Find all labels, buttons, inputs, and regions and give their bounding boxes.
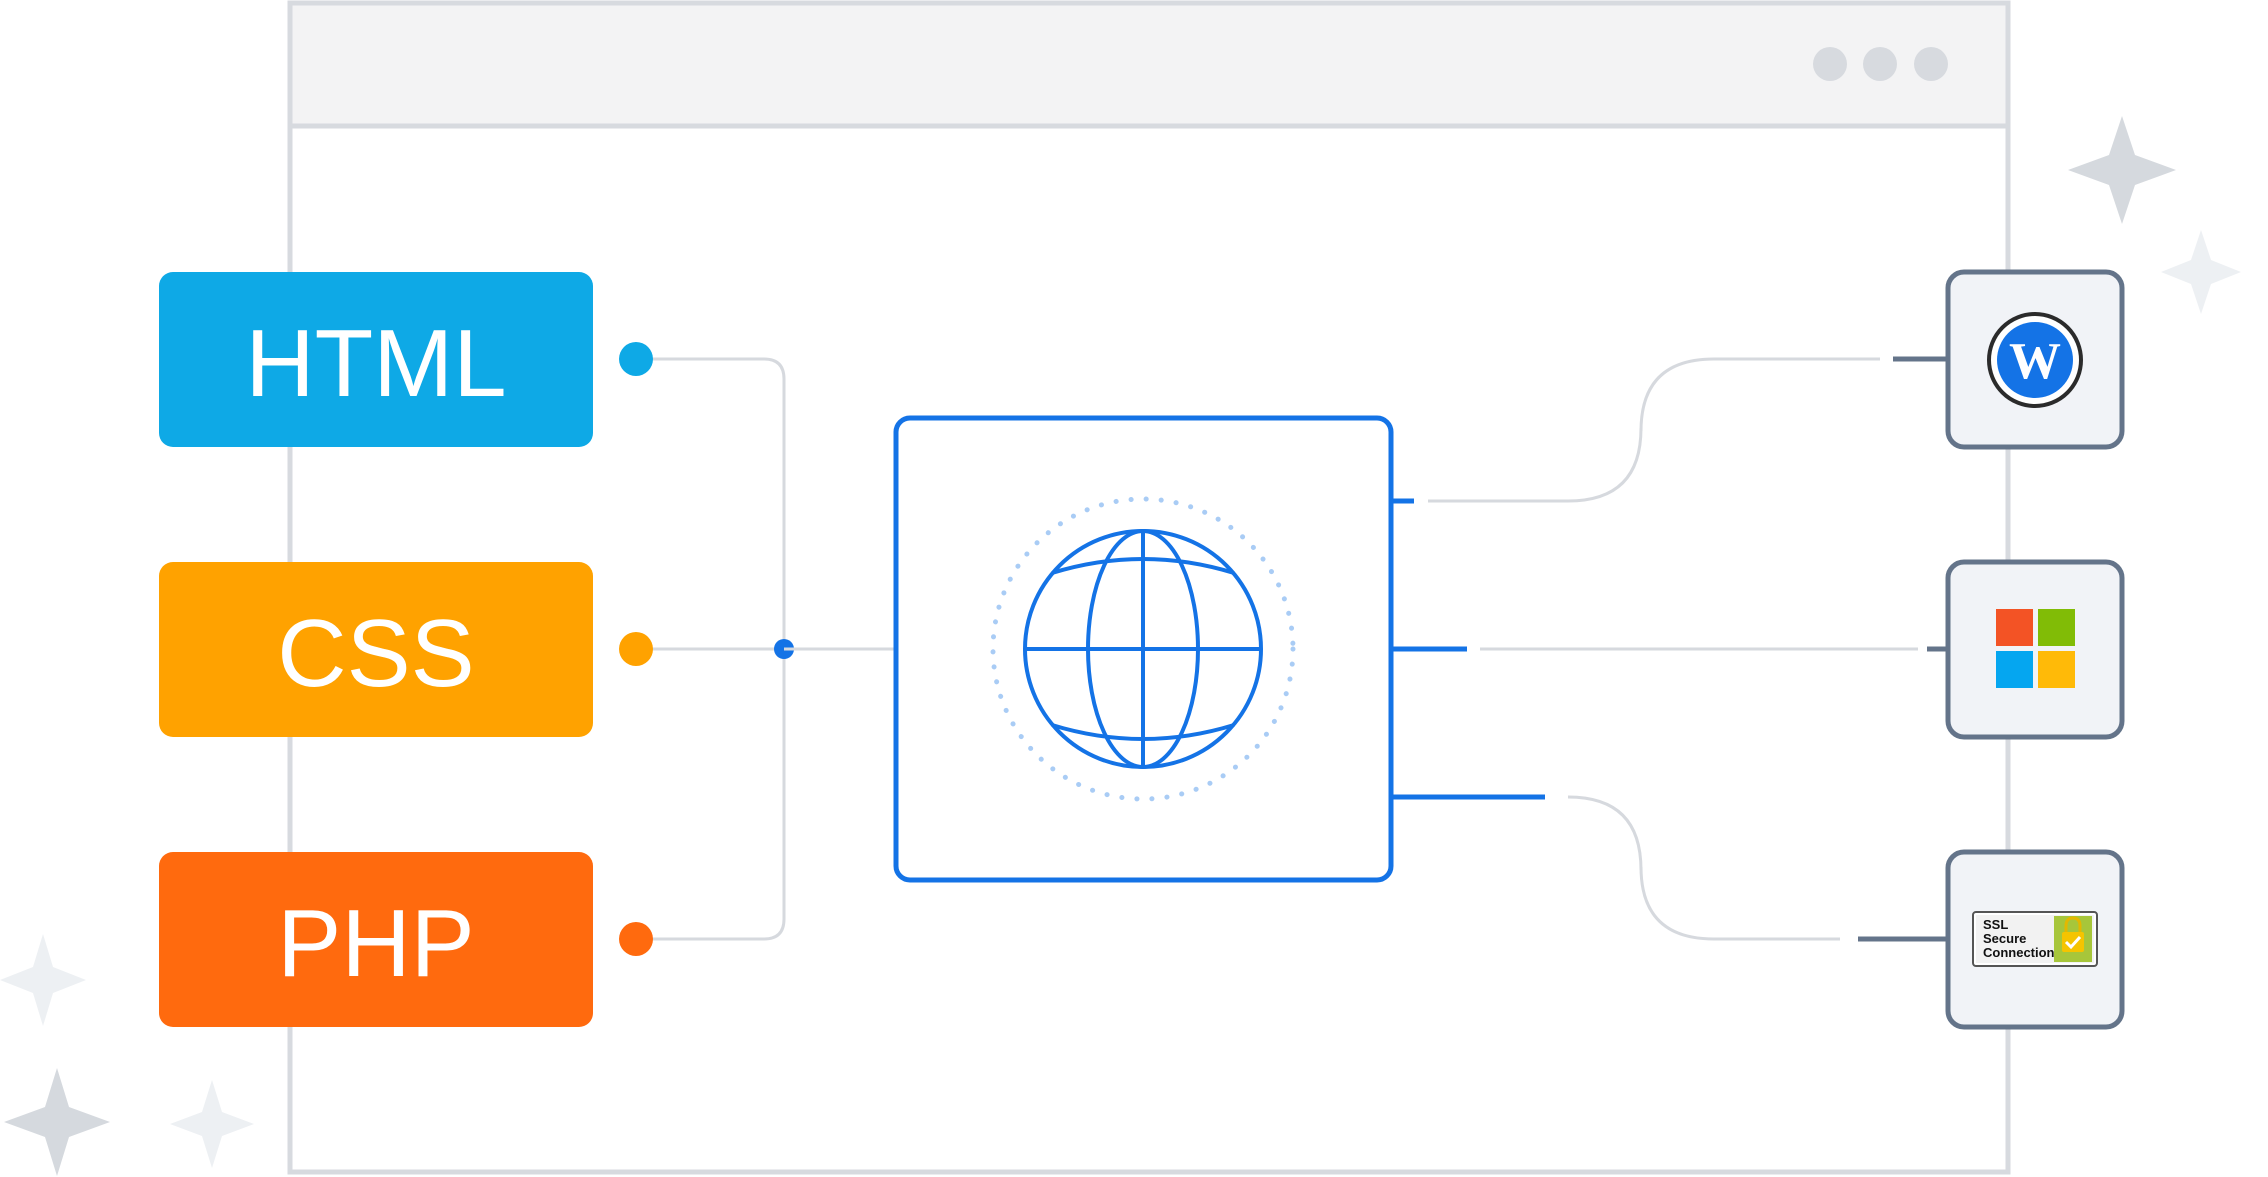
ssl-badge-line-2: Secure (1983, 931, 2026, 946)
language-css: CSS (159, 562, 653, 737)
sparkle-icon (4, 1068, 110, 1176)
sparkle-icon (170, 1080, 254, 1168)
language-dot (619, 922, 653, 956)
language-html: HTML (159, 272, 653, 447)
sparkle-icon (2068, 116, 2176, 224)
service-box[interactable] (1945, 559, 2125, 740)
ssl-secure-icon: SSL Secure Connection (1972, 911, 2098, 967)
language-label: HTML (245, 310, 506, 417)
window-dot-icon[interactable] (1863, 47, 1897, 81)
window-dot-icon[interactable] (1914, 47, 1948, 81)
language-label: PHP (277, 890, 474, 997)
wordpress-icon: W (1987, 312, 2083, 408)
window-dot-icon[interactable] (1813, 47, 1847, 81)
service-wordpress: W (1945, 269, 2125, 450)
browser-titlebar (287, 0, 2011, 129)
language-php: PHP (159, 852, 653, 1027)
svg-text:W: W (2009, 333, 2061, 390)
sparkle-icon (2161, 230, 2241, 314)
hosting-diagram: HTML CSS PHP W SSL Secure Connection (0, 0, 2241, 1176)
language-dot (619, 632, 653, 666)
sparkle-icon (0, 934, 86, 1026)
ssl-badge-line-1: SSL (1983, 917, 2008, 932)
service-ssl: SSL Secure Connection (1945, 849, 2125, 1030)
language-dot (619, 342, 653, 376)
globe-icon (1023, 529, 1263, 769)
language-label: CSS (277, 600, 474, 707)
service-windows (1945, 559, 2125, 740)
ssl-badge-line-3: Connection (1983, 945, 2055, 960)
